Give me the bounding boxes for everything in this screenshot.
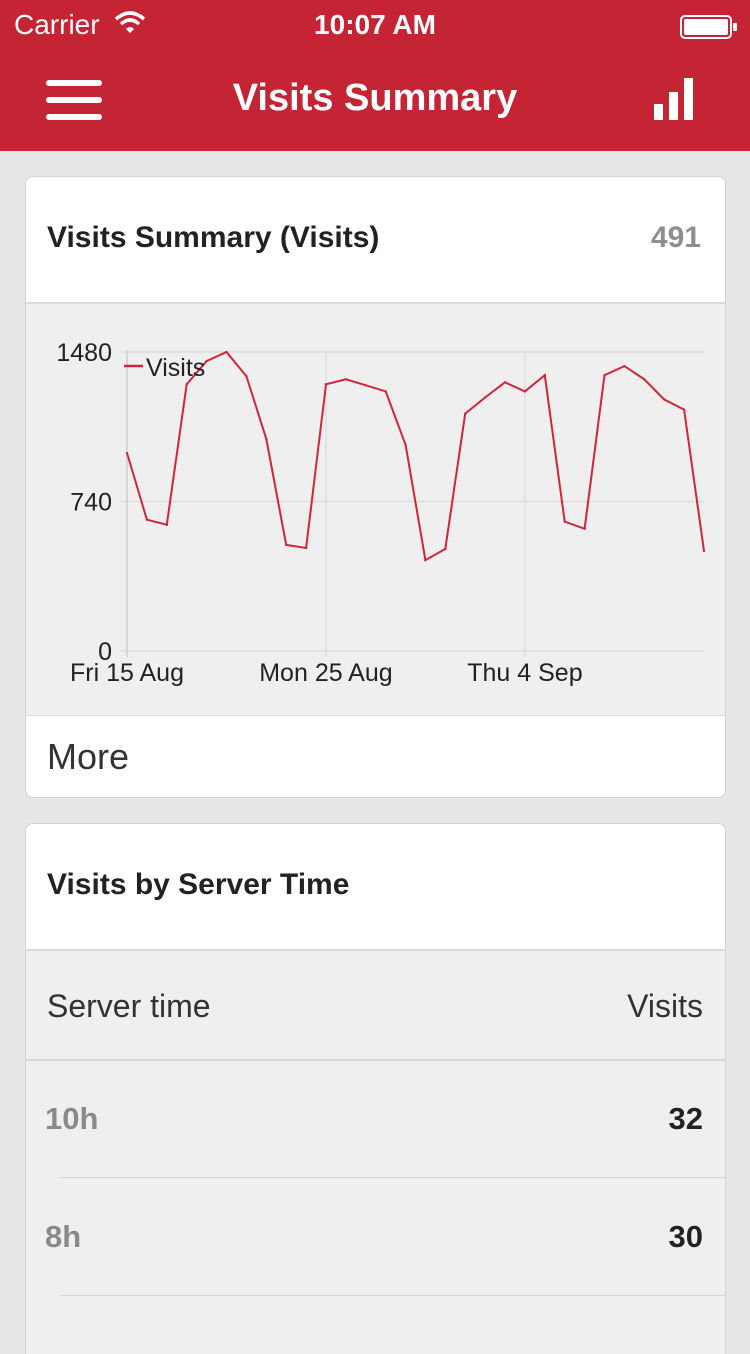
row-divider (60, 1295, 725, 1296)
x-tick-label: Thu 4 Sep (467, 659, 582, 687)
data-point (205, 359, 208, 363)
data-point (364, 384, 367, 387)
data-point (543, 374, 547, 377)
x-tick-label: Mon 25 Aug (259, 659, 392, 687)
visits-cell: 32 (668, 1101, 703, 1136)
card-count: 491 (650, 221, 701, 254)
table-row[interactable] (26, 1297, 725, 1354)
data-point (165, 523, 168, 526)
page-title: Visits Summary (232, 77, 518, 119)
table-row[interactable]: 8h 30 (26, 1179, 725, 1296)
card-title: Visits by Server Time (47, 868, 350, 901)
data-point (185, 383, 188, 386)
table-row[interactable]: 10h 32 (26, 1061, 725, 1178)
table-header: Server time Visits (26, 951, 725, 1061)
data-point (663, 398, 666, 401)
data-point (523, 390, 527, 393)
data-point (145, 518, 149, 521)
data-point (245, 375, 248, 378)
data-point (483, 396, 487, 399)
visits-line-chart: 07401480Fri 15 Aug Mon 25 Aug Thu 4 SepVis… (56, 339, 706, 687)
visits-by-server-time-card: Visits by Server Time Server time Visits… (25, 823, 726, 1354)
data-point (324, 383, 328, 386)
data-point (464, 412, 467, 415)
data-point (125, 451, 129, 455)
y-tick-label: 1480 (56, 339, 112, 367)
column-header-visits: Visits (627, 988, 703, 1024)
data-point (503, 381, 507, 384)
status-bar: Carrier 10:07 AM (0, 0, 750, 52)
server-time-cell: 8h (45, 1219, 82, 1254)
card-header: Visits by Server Time (26, 824, 725, 951)
data-point (702, 549, 706, 553)
data-point (424, 558, 427, 562)
data-point (384, 390, 387, 393)
navigation-bar: Visits Summary (0, 52, 750, 151)
data-point (583, 527, 586, 530)
y-tick-label: 740 (70, 489, 112, 517)
data-point (444, 547, 447, 551)
app-header: Carrier 10:07 AM Visits Summary (0, 0, 750, 151)
visits-series-line (126, 350, 705, 562)
visits-cell: 30 (668, 1219, 703, 1254)
data-point (643, 378, 646, 381)
card-title: Visits Summary (Visits) (47, 221, 380, 254)
column-header-server-time: Server time (47, 988, 211, 1024)
card-header: Visits Summary (Visits) 491 (26, 177, 725, 304)
battery-icon (680, 14, 738, 46)
more-link[interactable]: More (47, 736, 129, 778)
data-point (623, 364, 626, 368)
data-point (225, 350, 228, 354)
x-tick-label: Fri 15 Aug (70, 659, 184, 687)
hamburger-menu-icon[interactable] (46, 80, 102, 120)
server-time-cell: 10h (45, 1101, 99, 1136)
data-point (563, 520, 566, 523)
data-point (304, 546, 308, 550)
data-point (603, 374, 606, 377)
status-time: 10:07 AM (314, 9, 436, 40)
table-body: 10h 32 8h 30 (26, 1061, 725, 1354)
legend-label: Visits (146, 354, 205, 382)
data-point (404, 443, 407, 447)
bar-chart-icon[interactable] (654, 78, 694, 120)
data-point (344, 378, 348, 381)
row-divider (60, 1177, 725, 1178)
visits-summary-card: Visits Summary (Visits) 491 0 740 1480 Fri … (25, 176, 726, 798)
data-point (682, 408, 686, 411)
data-point (284, 543, 288, 547)
visits-chart: 0 740 1480 Fri 15 Aug Mon 25 Aug Thu 4 Sep Vis… (26, 304, 725, 716)
data-point (265, 437, 268, 441)
